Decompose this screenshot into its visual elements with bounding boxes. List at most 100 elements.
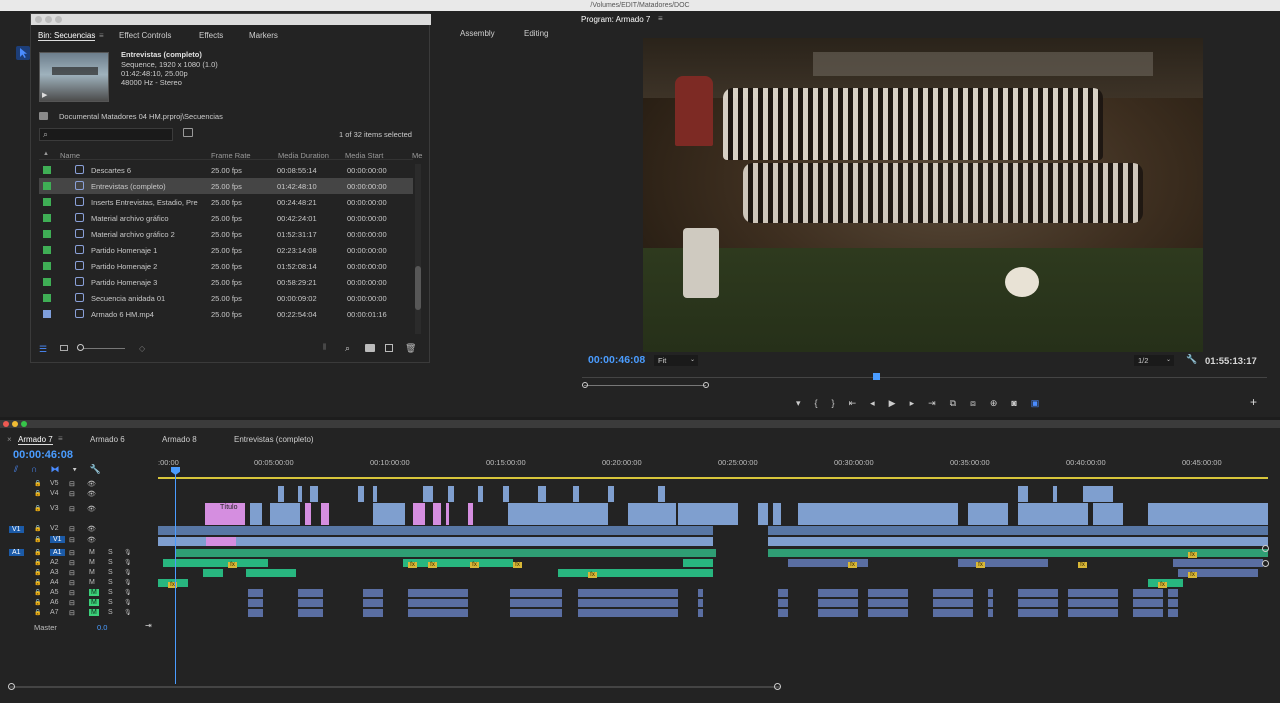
voice-over-record-icon[interactable]: 🎙 [124,569,132,576]
video-track-v2[interactable]: V2 [50,525,59,532]
eye-icon[interactable]: 👁 [87,490,96,498]
automate-to-sequence-icon[interactable]: ⫼ [323,344,326,352]
play-icon[interactable]: ▶ [42,91,47,99]
scroll-handle-left[interactable] [8,683,15,690]
solo-button[interactable]: S [108,609,113,616]
audio-clip[interactable] [298,609,323,617]
a1-clip[interactable] [176,549,716,557]
sort-icon[interactable]: ◇ [139,344,145,353]
a2-clip[interactable] [403,559,513,567]
window-close-button[interactable] [35,16,42,23]
v3-clip[interactable] [508,503,608,525]
column-frame-rate[interactable]: Frame Rate [211,151,251,160]
mark-in-icon[interactable]: { [815,398,832,408]
audio-clip[interactable] [933,599,973,607]
v1-clip[interactable] [158,537,713,546]
sync-lock-icon[interactable]: ⊟ [69,525,75,533]
sync-lock-icon[interactable]: ⊟ [69,609,75,617]
audio-clip[interactable] [988,609,993,617]
solo-button[interactable]: S [108,569,113,576]
preview-thumbnail[interactable]: ▶ [39,52,109,102]
video-track-v1[interactable]: V1 [50,536,65,543]
linked-selection-icon[interactable]: ⧓ [50,464,72,474]
wrench-icon[interactable]: 🔧 [1186,354,1197,365]
eye-icon[interactable]: 👁 [87,525,96,533]
extract-icon[interactable]: ⧈ [970,398,990,408]
mute-button[interactable]: M [89,559,95,566]
workspace-tab-assembly[interactable]: Assembly [460,29,495,38]
sync-lock-icon[interactable]: ⊟ [69,579,75,587]
v4-clip[interactable] [573,486,579,502]
trash-icon[interactable]: 🗑 [405,343,416,354]
window-zoom-button[interactable] [55,16,62,23]
new-search-bin-icon[interactable] [183,128,193,137]
audio-track-a1[interactable]: A1 [50,549,65,556]
audio-clip[interactable] [248,609,263,617]
solo-button[interactable]: S [108,559,113,566]
sync-lock-icon[interactable]: ⊟ [69,559,75,567]
work-area-bar[interactable] [158,477,1268,479]
icon-view-icon[interactable] [60,345,68,351]
audio-clip[interactable] [1133,609,1163,617]
audio-clip[interactable] [363,589,383,597]
v3-clip[interactable] [270,503,300,525]
v3-title-clip[interactable] [433,503,441,525]
sync-lock-icon[interactable]: ⊟ [69,480,75,488]
sync-lock-icon[interactable]: ⊟ [69,599,75,607]
bin-item-row[interactable]: Partido Homenaje 1 25.00 fps 02:23:14:08 00… [39,242,413,258]
audio-clip[interactable] [933,609,973,617]
lock-icon[interactable]: 🔒 [34,536,41,543]
label-color-swatch[interactable] [43,230,51,238]
audio-clip[interactable] [698,589,703,597]
play-icon[interactable]: ▶ [889,398,910,408]
label-color-swatch[interactable] [43,214,51,222]
audio-clip[interactable] [363,599,383,607]
find-icon[interactable]: ⌕ [345,343,350,354]
audio-clip[interactable] [1068,599,1118,607]
voice-over-record-icon[interactable]: 🎙 [124,549,132,556]
sync-lock-icon[interactable]: ⊟ [69,536,75,544]
voice-over-record-icon[interactable]: 🎙 [124,609,132,616]
panel-menu-icon[interactable]: ≡ [99,31,104,40]
audio-clip[interactable] [698,609,703,617]
mute-button[interactable]: M [89,579,95,586]
a3-clip[interactable] [558,569,713,577]
zoom-slider[interactable] [79,348,125,349]
audio-tracks-scroll-handle[interactable] [1262,560,1269,567]
go-to-out-icon[interactable]: ⇥ [928,398,950,408]
lock-icon[interactable]: 🔒 [34,505,41,512]
timeline-clips[interactable]: Título fx fx fx fx fx fx fx fx fx fx fx fx fx [158,480,1268,630]
v3-clip[interactable] [250,503,262,525]
bin-item-row[interactable]: Descartes 6 25.00 fps 00:08:55:14 00:00:00:… [39,162,413,178]
bin-item-row[interactable]: Inserts Entrevistas, Estadio, Pre 25.00 f… [39,194,413,210]
v4-clip[interactable] [538,486,546,502]
add-marker-icon[interactable]: ▾ [796,398,815,408]
audio-track-a7[interactable]: A7 [50,609,59,616]
lock-icon[interactable]: 🔒 [34,559,41,566]
audio-clip[interactable] [408,589,468,597]
master-track-volume[interactable]: 0.0 [97,623,107,632]
eye-icon[interactable]: 👁 [87,505,96,513]
mark-out-icon[interactable]: } [832,398,849,408]
v3-clip[interactable] [1148,503,1268,525]
a3-clip[interactable] [246,569,296,577]
sync-lock-icon[interactable]: ⊟ [69,589,75,597]
sync-lock-icon[interactable]: ⊟ [69,490,75,498]
window-close-button[interactable] [3,421,9,427]
audio-clip[interactable] [1068,609,1118,617]
video-track-v4[interactable]: V4 [50,490,59,497]
eye-icon[interactable]: 👁 [87,480,96,488]
mute-button[interactable]: M [89,589,99,596]
zoom-select[interactable]: Fit ⌄ [654,355,698,366]
scroll-handle-right[interactable] [774,683,781,690]
audio-clip[interactable] [298,589,323,597]
audio-track-a2[interactable]: A2 [50,559,59,566]
video-track-v3[interactable]: V3 [50,505,59,512]
lock-icon[interactable]: 🔒 [34,490,41,497]
audio-clip[interactable] [778,599,788,607]
lock-icon[interactable]: 🔒 [34,569,41,576]
bin-item-row[interactable]: Entrevistas (completo) 25.00 fps 01:42:48:… [39,178,413,194]
v3-title-clip[interactable] [446,503,449,525]
zoom-slider-handle[interactable] [77,344,84,351]
resolution-select[interactable]: 1/2 ⌄ [1134,355,1174,366]
